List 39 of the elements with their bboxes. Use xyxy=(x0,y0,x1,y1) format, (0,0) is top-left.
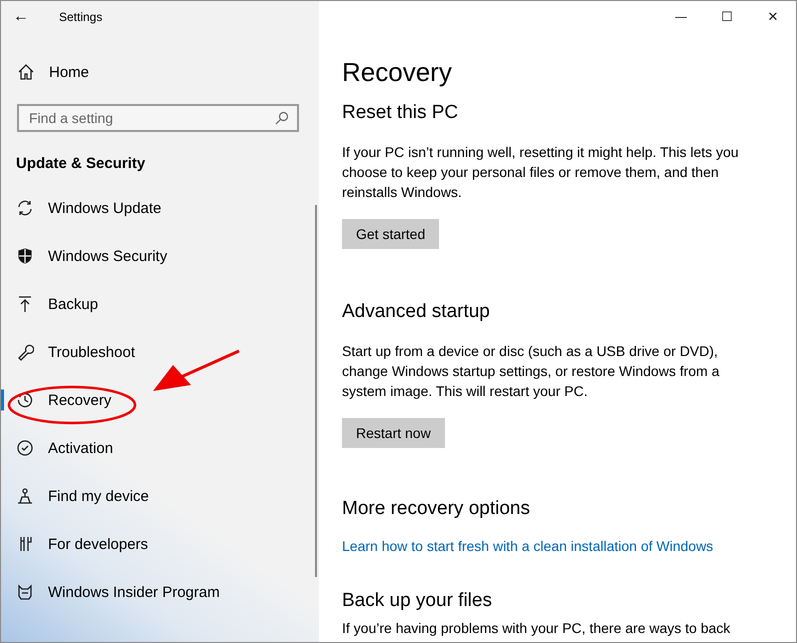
sidebar-item[interactable]: Troubleshoot xyxy=(1,328,319,376)
refresh-icon xyxy=(16,199,34,217)
sidebar-item[interactable]: Windows Update xyxy=(1,184,319,232)
window-control-button[interactable]: ☐ xyxy=(704,1,750,33)
link[interactable]: Learn how to start fresh with a clean installation of Windows xyxy=(342,538,796,554)
description-text: Start up from a device or disc (such as a USB drive or DVD), change Windows startup settings, or restore Windows from a system image. This will restart your PC. xyxy=(342,342,720,401)
action-button[interactable]: Get started xyxy=(342,219,440,249)
wrench-icon xyxy=(16,343,34,361)
home-icon xyxy=(17,63,35,81)
section-heading: More recovery options xyxy=(342,498,531,520)
shield-icon xyxy=(16,247,34,265)
page-title: Recovery xyxy=(342,57,453,88)
home-nav-item[interactable]: Home xyxy=(17,57,319,87)
search-field[interactable]: Find a setting xyxy=(17,104,299,132)
back-button[interactable]: ← xyxy=(13,8,29,26)
section-heading: Back up your files xyxy=(342,590,493,612)
sidebar-item[interactable]: Find my device xyxy=(1,472,319,520)
section-heading: Advanced startup xyxy=(342,301,491,323)
section-heading: Reset this PC xyxy=(342,102,460,124)
sidebar-item[interactable]: Windows Security xyxy=(1,232,319,280)
window-control-button[interactable]: ✕ xyxy=(750,1,796,33)
sidebar-item[interactable]: Recovery xyxy=(1,376,319,424)
search-icon xyxy=(275,111,289,125)
sidebar-item[interactable]: For developers xyxy=(1,520,319,568)
upload-arrow-icon xyxy=(16,295,34,313)
check-circle-icon xyxy=(16,439,34,457)
description-text: If you’re having problems with your PC, there are ways to back xyxy=(342,619,732,638)
clock-icon xyxy=(16,391,34,409)
cat-face-icon xyxy=(16,583,34,601)
person-icon xyxy=(16,487,34,505)
description-text: If your PC isn’t running well, resetting it might help. This lets you choose to keep your personal files or remove them, and then reinstalls Windows. xyxy=(342,143,740,202)
sidebar-item[interactable]: Activation xyxy=(1,424,319,472)
action-button[interactable]: Restart now xyxy=(342,418,445,448)
window-control-button[interactable]: — xyxy=(658,1,704,33)
sidebar-item[interactable]: Backup xyxy=(1,280,319,328)
sidebar-item[interactable]: Windows Insider Program xyxy=(1,568,319,616)
window-title: Settings xyxy=(59,10,102,24)
section-heading: Update & Security xyxy=(16,155,146,172)
scrollbar[interactable] xyxy=(315,205,317,577)
